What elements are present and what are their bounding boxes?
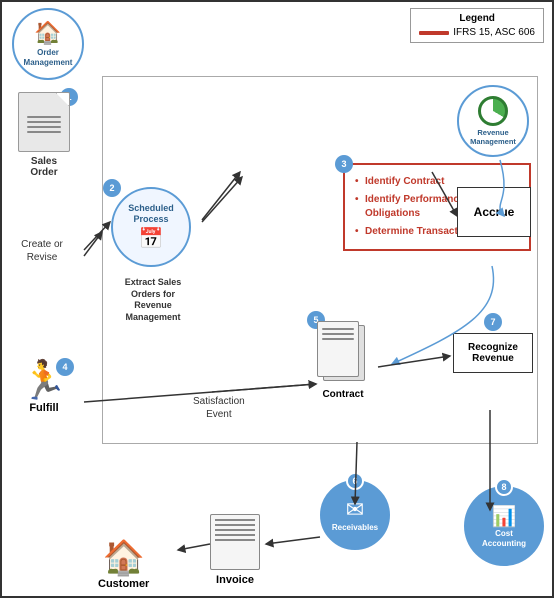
create-revise-label: Create or Revise — [6, 238, 78, 264]
revenue-mgmt-pie-icon — [478, 96, 508, 126]
contract-icon-stack — [317, 321, 369, 385]
sales-order-label: SalesOrder — [30, 156, 57, 178]
order-mgmt-label: OrderManagement — [24, 48, 73, 67]
revenue-mgmt-label: RevenueManagement — [470, 128, 516, 146]
receivables-circle: 6 ✉ Receivables — [320, 480, 390, 550]
customer-label: Customer — [98, 578, 149, 590]
contract-doc-line1 — [322, 328, 354, 330]
scheduled-process-badge: 2 — [103, 179, 121, 197]
cost-accounting-circle: 8 📊 CostAccounting — [464, 486, 544, 566]
contract-doc-line2 — [322, 333, 354, 335]
recognize-revenue-badge: 7 — [484, 313, 502, 331]
contract-label: Contract — [322, 389, 363, 400]
fulfill-box: 4 🏃 Fulfill — [6, 362, 82, 414]
contract-doc: 5 Contract — [317, 321, 369, 400]
inv-line5 — [215, 539, 255, 541]
diagram-container: Legend IFRS 15, ASC 606 🏠 OrderManagemen… — [0, 0, 554, 598]
satisfaction-event-label: SatisfactionEvent — [193, 395, 245, 421]
recognize-revenue-box: RecognizeRevenue — [453, 333, 533, 373]
legend: Legend IFRS 15, ASC 606 — [410, 8, 544, 43]
cost-accounting-label: CostAccounting — [482, 529, 526, 548]
scheduled-process-circle: 2 ScheduledProcess 📅 — [111, 187, 191, 267]
invoice-icon — [210, 514, 260, 570]
invoice-box: Invoice — [210, 514, 260, 586]
recognize-revenue: 7 RecognizeRevenue — [453, 313, 533, 373]
customer-box: 🏠 Customer — [98, 538, 149, 590]
receivables-envelope-icon: ✉ — [346, 497, 364, 523]
fulfill-label: Fulfill — [29, 402, 58, 414]
order-mgmt-icon: 🏠 — [34, 20, 61, 46]
inv-line3 — [215, 529, 255, 531]
doc-line-1 — [27, 116, 61, 118]
cost-accounting-badge: 8 — [495, 478, 513, 496]
order-management-circle: 🏠 OrderManagement — [12, 8, 84, 80]
receivables-badge: 6 — [346, 472, 364, 490]
accrue-label: Accrue — [474, 205, 515, 219]
invoice-label: Invoice — [216, 574, 254, 586]
doc-line-2 — [27, 121, 61, 123]
legend-item: IFRS 15, ASC 606 — [419, 27, 535, 38]
sales-order-doc: 1 SalesOrder — [6, 92, 82, 178]
legend-title: Legend — [419, 13, 535, 24]
legend-item-label: IFRS 15, ASC 606 — [453, 27, 535, 38]
doc-lines — [19, 105, 69, 140]
inv-line2 — [215, 524, 255, 526]
customer-building-icon: 🏠 — [103, 538, 145, 578]
inv-line1 — [215, 519, 255, 521]
doc-line-3 — [27, 126, 61, 128]
cost-accounting-icon: 📊 — [492, 504, 517, 529]
receivables-label: Receivables — [332, 523, 378, 533]
scheduled-process-label: ScheduledProcess — [128, 203, 174, 225]
fulfill-badge: 4 — [56, 358, 74, 376]
contract-doc-front — [317, 321, 359, 377]
accrue-box: Accrue — [457, 187, 531, 237]
scheduled-process-icon: 📅 — [139, 226, 164, 251]
revenue-management-circle: RevenueManagement — [457, 85, 529, 157]
extract-label: Extract SalesOrders forRevenueManagement — [103, 277, 203, 324]
red-box-badge: 3 — [335, 155, 353, 173]
legend-line-icon — [419, 31, 449, 35]
main-process-box: 2 ScheduledProcess 📅 Extract SalesOrders… — [102, 76, 538, 444]
sales-order-icon — [18, 92, 70, 152]
doc-line-4 — [27, 131, 61, 133]
inv-line4 — [215, 534, 255, 536]
contract-doc-line3 — [322, 338, 354, 340]
